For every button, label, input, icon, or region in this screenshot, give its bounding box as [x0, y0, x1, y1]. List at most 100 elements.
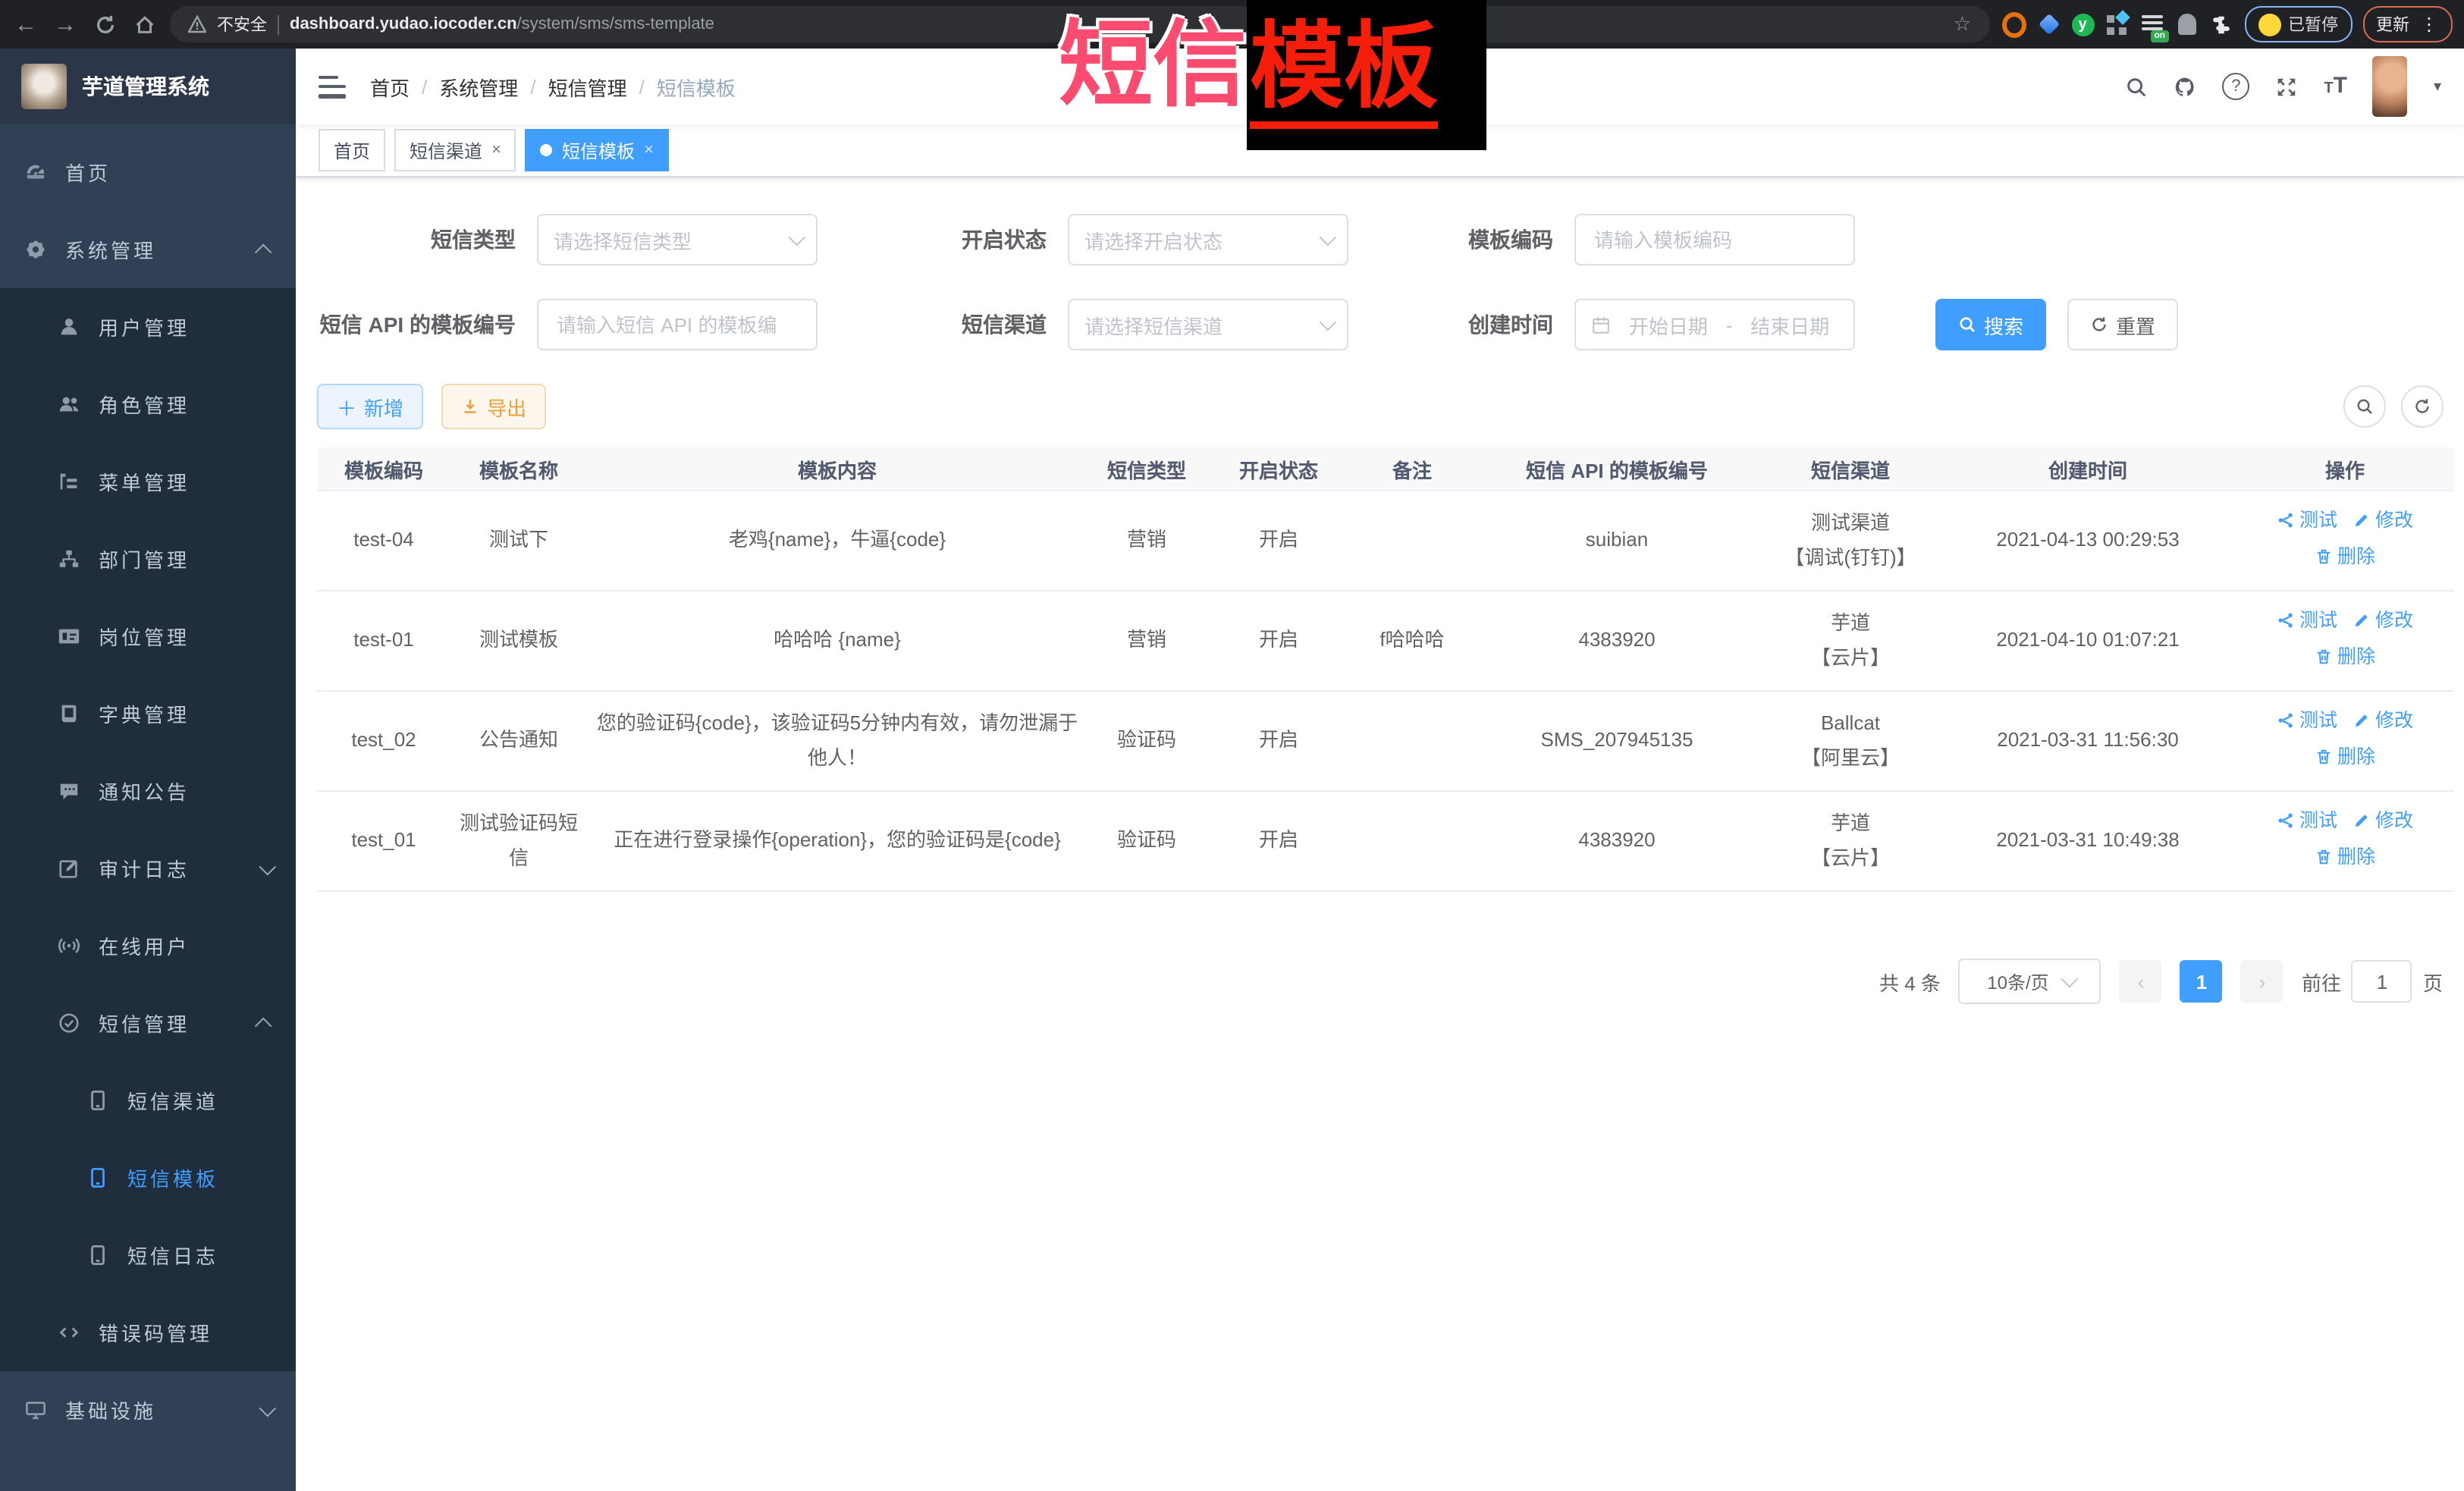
reset-button[interactable]: 重置 — [2067, 299, 2178, 350]
extension-grid-icon[interactable] — [2105, 12, 2129, 36]
test-link[interactable]: 测试 — [2277, 705, 2337, 738]
help-icon[interactable]: ? — [2222, 73, 2249, 100]
back-icon[interactable]: ← — [12, 11, 39, 38]
template-content: 哈哈哈 {name} — [587, 591, 1088, 691]
edit-link[interactable]: 修改 — [2353, 805, 2413, 838]
search-button[interactable]: 搜索 — [1935, 299, 2046, 350]
user-avatar[interactable] — [2373, 56, 2408, 117]
sidebar-item-menus[interactable]: 菜单管理 — [0, 443, 296, 520]
edit-link[interactable]: 修改 — [2353, 605, 2413, 638]
test-link[interactable]: 测试 — [2277, 505, 2337, 538]
sidebar-item-sms-log[interactable]: 短信日志 — [0, 1216, 296, 1294]
sms-type-select[interactable]: 请选择短信类型 — [537, 214, 818, 265]
address-bar[interactable]: 不安全 dashboard.yudao.iocoder.cn/system/sm… — [170, 6, 1989, 42]
browser-update-button[interactable]: 更新 ⋮ — [2362, 6, 2452, 42]
fullscreen-icon[interactable] — [2275, 75, 2298, 98]
breadcrumb-system[interactable]: 系统管理 — [439, 72, 518, 101]
total-count: 共 4 条 — [1879, 967, 1941, 996]
chevron-down-icon — [2061, 971, 2078, 988]
close-icon[interactable]: × — [644, 141, 654, 159]
url-text: dashboard.yudao.iocoder.cn/system/sms/sm… — [290, 15, 1943, 33]
sidebar-item-error-codes[interactable]: 错误码管理 — [0, 1294, 296, 1371]
col-header: 开启状态 — [1206, 447, 1351, 491]
date-range-picker[interactable]: 开始日期 - 结束日期 — [1574, 299, 1855, 350]
extension-list-on-icon[interactable]: on — [2139, 12, 2164, 36]
toggle-search-button[interactable] — [2343, 385, 2385, 428]
sidebar-item-users[interactable]: 用户管理 — [0, 288, 296, 366]
template-code: test-04 — [317, 491, 450, 591]
table-row: test_01测试验证码短信正在进行登录操作{operation}，您的验证码是… — [317, 791, 2454, 891]
extension-ghost-icon[interactable] — [2174, 12, 2199, 36]
sidebar-item-sms-template[interactable]: 短信模板 — [0, 1139, 296, 1216]
search-icon[interactable] — [2125, 75, 2148, 98]
filter-label-date: 创建时间 — [1348, 309, 1574, 340]
extension-y-icon[interactable]: y — [2071, 13, 2094, 36]
sidebar-item-infrastructure[interactable]: 基础设施 — [0, 1371, 296, 1449]
sidebar-item-dictionary[interactable]: 字典管理 — [0, 675, 296, 752]
sidebar-item-audit-log[interactable]: 审计日志 — [0, 830, 296, 907]
sidebar-toggle-icon[interactable] — [319, 75, 346, 98]
delete-link[interactable]: 删除 — [2315, 841, 2375, 874]
tag-home[interactable]: 首页 — [319, 129, 385, 171]
github-icon[interactable] — [2174, 75, 2196, 98]
current-page[interactable]: 1 — [2180, 960, 2223, 1003]
reload-glyph — [93, 13, 116, 36]
extension-gem-icon[interactable] — [2036, 12, 2061, 36]
api-template-id-input[interactable] — [554, 312, 801, 337]
menu-tree-icon — [58, 470, 80, 493]
sidebar-item-departments[interactable]: 部门管理 — [0, 520, 296, 598]
tag-sms-channel[interactable]: 短信渠道 × — [394, 129, 516, 171]
export-button[interactable]: 导出 — [441, 384, 546, 429]
font-size-icon[interactable]: TT — [2324, 73, 2347, 100]
home-icon[interactable] — [130, 11, 158, 38]
breadcrumb-sms[interactable]: 短信管理 — [548, 72, 627, 101]
sidebar-item-sms[interactable]: 短信管理 — [0, 984, 296, 1062]
tag-sms-template[interactable]: 短信模板 × — [526, 129, 669, 171]
avatar-caret-icon[interactable]: ▾ — [2434, 78, 2441, 95]
prev-page-button[interactable]: ‹ — [2120, 960, 2162, 1003]
edit-link[interactable]: 修改 — [2353, 705, 2413, 738]
next-page-button[interactable]: › — [2241, 960, 2284, 1003]
profile-paused-badge[interactable]: 已暂停 — [2244, 6, 2352, 42]
sidebar-item-online-users[interactable]: 在线用户 — [0, 907, 296, 984]
delete-link[interactable]: 删除 — [2315, 641, 2375, 673]
breadcrumb-home[interactable]: 首页 — [370, 72, 410, 101]
sidebar-item-notices[interactable]: 通知公告 — [0, 752, 296, 830]
sidebar-item-roles[interactable]: 角色管理 — [0, 366, 296, 443]
chevron-down-icon — [259, 858, 277, 875]
status-text: 开启 — [1206, 491, 1351, 591]
edit-link[interactable]: 修改 — [2353, 505, 2413, 538]
extension-orange-ring-icon[interactable] — [2001, 12, 2026, 36]
sidebar-logo[interactable]: 芋道管理系统 — [0, 49, 296, 124]
page-size-select[interactable]: 10条/页 — [1959, 959, 2101, 1004]
gear-icon — [24, 238, 47, 261]
reload-icon[interactable] — [91, 11, 118, 38]
sidebar-item-posts[interactable]: 岗位管理 — [0, 598, 296, 675]
delete-link[interactable]: 删除 — [2315, 541, 2375, 573]
channel-select[interactable]: 请选择短信渠道 — [1068, 299, 1348, 350]
bookmark-star-icon[interactable]: ☆ — [1954, 12, 1971, 36]
channel: 芋道【云片】 — [1761, 791, 1940, 891]
refresh-table-button[interactable] — [2400, 385, 2443, 428]
api-template-id: 4383920 — [1473, 591, 1761, 691]
chat-bubble-icon — [58, 780, 80, 802]
sidebar-item-system[interactable]: 系统管理 — [0, 211, 296, 288]
test-link[interactable]: 测试 — [2277, 605, 2337, 638]
channel-name: 芋道 — [1770, 607, 1931, 641]
tags-bar: 首页 短信渠道 × 短信模板 × — [296, 124, 2464, 177]
close-icon[interactable]: × — [491, 141, 501, 159]
sidebar-item-home[interactable]: 首页 — [0, 133, 296, 211]
sidebar-item-sms-channel[interactable]: 短信渠道 — [0, 1062, 296, 1139]
delete-link[interactable]: 删除 — [2315, 741, 2375, 774]
template-code-input[interactable] — [1591, 227, 1838, 253]
code-icon — [58, 1321, 80, 1344]
extensions-puzzle-icon[interactable] — [2209, 12, 2233, 36]
add-button[interactable]: ＋ 新增 — [317, 384, 423, 429]
status-select[interactable]: 请选择开启状态 — [1068, 214, 1348, 265]
table-header-row: 模板编码 模板名称 模板内容 短信类型 开启状态 备注 短信 API 的模板编号… — [317, 447, 2454, 491]
forward-icon[interactable]: → — [52, 11, 79, 38]
app-title: 芋道管理系统 — [82, 71, 209, 102]
test-link[interactable]: 测试 — [2277, 805, 2337, 838]
pencil-icon — [2353, 612, 2371, 630]
goto-page-input[interactable] — [2352, 960, 2412, 1003]
